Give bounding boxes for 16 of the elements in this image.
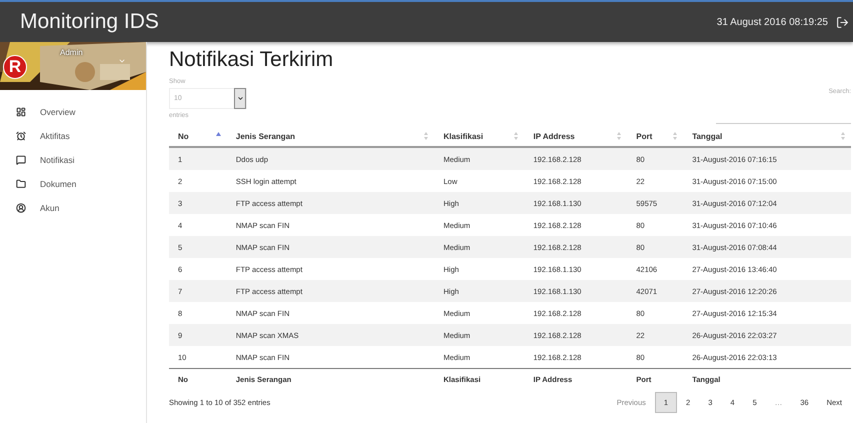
alarm-clock-icon (16, 130, 26, 140)
app-title: Monitoring IDS (20, 10, 160, 34)
page-title: Notifikasi Terkirim (169, 48, 334, 72)
logout-icon[interactable] (836, 16, 849, 28)
sidebar-item[interactable]: Notifikasi (0, 150, 146, 169)
sidebar-item[interactable]: Dokumen (0, 174, 146, 193)
caret-icon (236, 95, 244, 102)
sidebar-item[interactable]: Akun (0, 198, 146, 217)
message-icon (16, 154, 26, 164)
folder-icon (16, 178, 26, 188)
caret-icon[interactable] (118, 57, 126, 65)
account-icon (16, 202, 26, 212)
sidebar-item[interactable]: Overview (0, 102, 146, 121)
datetime: 31 August 2016 08:19:25 (716, 16, 828, 28)
sidebar-item[interactable]: Aktifitas (0, 126, 146, 145)
dashboard-icon (16, 106, 26, 116)
